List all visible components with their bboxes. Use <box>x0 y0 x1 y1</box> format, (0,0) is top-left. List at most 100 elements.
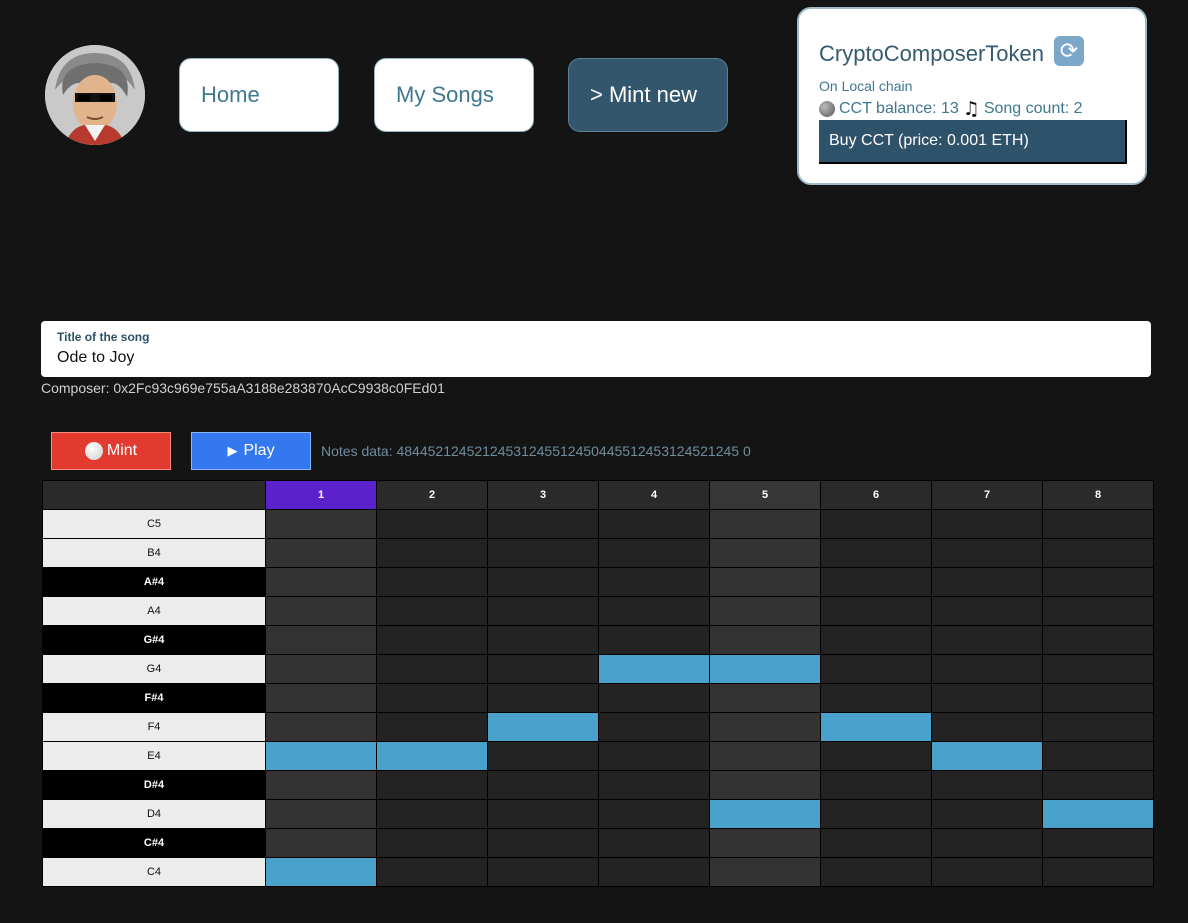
column-header[interactable]: 4 <box>599 481 709 509</box>
step-cell[interactable] <box>488 858 598 886</box>
step-cell[interactable] <box>932 800 1042 828</box>
step-cell[interactable] <box>377 800 487 828</box>
step-cell[interactable] <box>710 771 820 799</box>
step-cell[interactable] <box>710 510 820 538</box>
step-cell[interactable] <box>599 655 709 683</box>
step-cell[interactable] <box>377 829 487 857</box>
step-cell[interactable] <box>932 568 1042 596</box>
nav-home-button[interactable]: Home <box>179 58 339 132</box>
step-cell[interactable] <box>821 655 931 683</box>
step-cell[interactable] <box>266 510 376 538</box>
column-header[interactable]: 5 <box>710 481 820 509</box>
step-cell[interactable] <box>932 539 1042 567</box>
step-cell[interactable] <box>377 742 487 770</box>
play-button[interactable]: ▶ Play <box>191 432 311 470</box>
step-cell[interactable] <box>821 684 931 712</box>
step-cell[interactable] <box>599 510 709 538</box>
step-cell[interactable] <box>932 829 1042 857</box>
step-cell[interactable] <box>1043 539 1153 567</box>
step-cell[interactable] <box>710 800 820 828</box>
step-cell[interactable] <box>710 742 820 770</box>
buy-cct-button[interactable]: Buy CCT (price: 0.001 ETH) <box>819 120 1127 164</box>
step-cell[interactable] <box>266 655 376 683</box>
nav-mint-new-button[interactable]: > Mint new <box>568 58 728 132</box>
step-cell[interactable] <box>932 510 1042 538</box>
step-cell[interactable] <box>710 597 820 625</box>
step-cell[interactable] <box>821 539 931 567</box>
step-cell[interactable] <box>599 713 709 741</box>
step-cell[interactable] <box>710 539 820 567</box>
step-cell[interactable] <box>488 742 598 770</box>
step-cell[interactable] <box>266 597 376 625</box>
step-cell[interactable] <box>599 539 709 567</box>
step-cell[interactable] <box>1043 800 1153 828</box>
step-cell[interactable] <box>599 771 709 799</box>
column-header[interactable]: 3 <box>488 481 598 509</box>
step-cell[interactable] <box>710 684 820 712</box>
step-cell[interactable] <box>932 742 1042 770</box>
step-cell[interactable] <box>932 626 1042 654</box>
step-cell[interactable] <box>377 539 487 567</box>
step-cell[interactable] <box>1043 510 1153 538</box>
step-cell[interactable] <box>488 568 598 596</box>
step-cell[interactable] <box>266 829 376 857</box>
step-cell[interactable] <box>710 713 820 741</box>
step-cell[interactable] <box>821 713 931 741</box>
step-cell[interactable] <box>710 858 820 886</box>
step-cell[interactable] <box>599 568 709 596</box>
step-cell[interactable] <box>599 684 709 712</box>
step-cell[interactable] <box>488 684 598 712</box>
column-header[interactable]: 7 <box>932 481 1042 509</box>
step-cell[interactable] <box>821 568 931 596</box>
step-cell[interactable] <box>932 858 1042 886</box>
step-cell[interactable] <box>266 568 376 596</box>
step-cell[interactable] <box>488 655 598 683</box>
step-cell[interactable] <box>1043 568 1153 596</box>
step-cell[interactable] <box>488 597 598 625</box>
step-cell[interactable] <box>266 800 376 828</box>
step-cell[interactable] <box>599 800 709 828</box>
step-cell[interactable] <box>821 800 931 828</box>
column-header[interactable]: 8 <box>1043 481 1153 509</box>
step-cell[interactable] <box>488 626 598 654</box>
step-cell[interactable] <box>1043 597 1153 625</box>
step-cell[interactable] <box>377 655 487 683</box>
step-cell[interactable] <box>1043 626 1153 654</box>
step-cell[interactable] <box>599 829 709 857</box>
step-cell[interactable] <box>932 771 1042 799</box>
step-cell[interactable] <box>266 771 376 799</box>
step-cell[interactable] <box>377 510 487 538</box>
step-cell[interactable] <box>821 829 931 857</box>
step-cell[interactable] <box>599 626 709 654</box>
step-cell[interactable] <box>710 655 820 683</box>
step-cell[interactable] <box>821 626 931 654</box>
step-cell[interactable] <box>377 626 487 654</box>
step-cell[interactable] <box>377 713 487 741</box>
step-cell[interactable] <box>377 771 487 799</box>
step-cell[interactable] <box>488 539 598 567</box>
step-cell[interactable] <box>377 858 487 886</box>
song-title-input[interactable] <box>57 347 1117 369</box>
step-cell[interactable] <box>710 626 820 654</box>
step-cell[interactable] <box>1043 684 1153 712</box>
step-cell[interactable] <box>266 684 376 712</box>
step-cell[interactable] <box>377 568 487 596</box>
step-cell[interactable] <box>488 800 598 828</box>
step-cell[interactable] <box>488 713 598 741</box>
step-cell[interactable] <box>821 771 931 799</box>
mint-button[interactable]: Mint <box>51 432 171 470</box>
song-title-field[interactable]: Title of the song <box>41 321 1151 377</box>
step-cell[interactable] <box>821 742 931 770</box>
step-cell[interactable] <box>932 597 1042 625</box>
step-cell[interactable] <box>266 858 376 886</box>
step-cell[interactable] <box>1043 655 1153 683</box>
refresh-icon[interactable]: ⟳ <box>1054 36 1084 66</box>
step-cell[interactable] <box>821 597 931 625</box>
step-cell[interactable] <box>932 713 1042 741</box>
step-cell[interactable] <box>710 568 820 596</box>
step-cell[interactable] <box>488 771 598 799</box>
step-cell[interactable] <box>599 858 709 886</box>
step-cell[interactable] <box>488 829 598 857</box>
step-cell[interactable] <box>932 655 1042 683</box>
column-header[interactable]: 1 <box>266 481 376 509</box>
